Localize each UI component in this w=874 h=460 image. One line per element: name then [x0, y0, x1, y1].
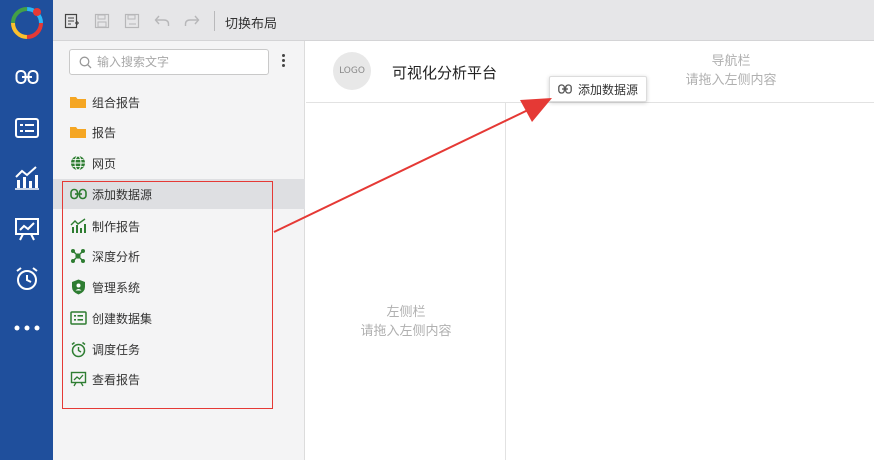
rail-list-button[interactable]: [0, 108, 53, 148]
list-item-label: 调度任务: [92, 342, 141, 357]
link-icon: [558, 84, 572, 94]
presentation-icon: [70, 371, 86, 387]
list-item-webpage[interactable]: 网页: [53, 148, 305, 178]
list-item-label: 查看报告: [92, 372, 141, 387]
link-icon: [15, 70, 38, 84]
list-item-deep-analysis[interactable]: 深度分析: [53, 241, 305, 271]
layout-canvas: LOGO 可视化分析平台 导航栏 请拖入左侧内容 左侧栏 请拖入左侧内容 添加数…: [306, 41, 874, 460]
list-item-create-dataset[interactable]: 创建数据集: [53, 303, 305, 333]
search-icon: [79, 56, 92, 69]
shield-icon: [71, 279, 85, 295]
list-item-label: 网页: [92, 156, 117, 171]
redo-icon: [184, 15, 200, 26]
switch-layout-button[interactable]: 切换布局: [225, 13, 277, 32]
list-item-label: 报告: [92, 125, 117, 140]
more-icon: [14, 325, 39, 331]
new-button[interactable]: [62, 11, 82, 31]
rail-alarm-button[interactable]: [0, 259, 53, 299]
link-icon: [69, 188, 87, 200]
toolbar: 切换布局: [53, 0, 874, 41]
folder-icon: [70, 127, 86, 138]
undo-button[interactable]: [152, 11, 172, 31]
list-item-make-report[interactable]: 制作报告: [53, 211, 305, 241]
save-as-icon: [124, 13, 140, 29]
nav-drop-zone-hint: 导航栏 请拖入左侧内容: [666, 52, 796, 90]
list-item-schedule-task[interactable]: 调度任务: [53, 334, 305, 364]
platform-title: 可视化分析平台: [392, 64, 498, 82]
globe-icon: [71, 155, 85, 171]
list-icon: [14, 118, 39, 138]
bar-chart-icon: [70, 218, 86, 233]
list-item-label: 添加数据源: [92, 187, 153, 202]
panel-menu-icon[interactable]: [279, 54, 287, 70]
presentation-icon: [14, 218, 39, 241]
search-box: [69, 49, 269, 75]
list-item-management-system[interactable]: 管理系统: [53, 272, 305, 302]
list-item-view-report[interactable]: 查看报告: [53, 364, 305, 394]
app-logo: [11, 7, 43, 39]
search-input[interactable]: [97, 53, 262, 71]
drag-tip-label: 添加数据源: [578, 82, 639, 97]
list-item-composite-report[interactable]: 组合报告: [53, 87, 305, 117]
list-item-label: 管理系统: [92, 280, 141, 295]
left-hint-title: 左侧栏: [386, 305, 426, 320]
network-icon: [71, 249, 85, 263]
toolbar-divider: [214, 11, 215, 31]
list-item-report[interactable]: 报告: [53, 117, 305, 147]
left-drop-zone-hint: 左侧栏 请拖入左侧内容: [306, 303, 506, 341]
nav-hint-subtitle: 请拖入左侧内容: [685, 73, 777, 88]
new-document-icon: [64, 13, 79, 29]
nav-hint-title: 导航栏: [711, 54, 751, 69]
logo-placeholder[interactable]: LOGO: [333, 52, 371, 90]
rail-presentation-button[interactable]: [0, 209, 53, 249]
alarm-icon: [71, 341, 85, 357]
list-item-add-datasource[interactable]: 添加数据源: [53, 179, 305, 209]
save-as-button[interactable]: [122, 11, 142, 31]
rail-chart-button[interactable]: [0, 158, 53, 198]
undo-icon: [154, 15, 170, 26]
left-sidebar-zone[interactable]: 左侧栏 请拖入左侧内容: [306, 103, 506, 460]
bar-chart-icon: [14, 166, 39, 190]
alarm-icon: [15, 267, 38, 290]
save-icon: [94, 13, 110, 29]
left-hint-subtitle: 请拖入左侧内容: [360, 324, 452, 339]
drag-preview-tooltip: 添加数据源: [549, 76, 648, 102]
list-item-label: 制作报告: [92, 219, 141, 234]
save-button[interactable]: [92, 11, 112, 31]
list-item-label: 创建数据集: [92, 311, 153, 326]
list-item-label: 深度分析: [92, 249, 141, 264]
redo-button[interactable]: [182, 11, 202, 31]
dataset-icon: [69, 311, 87, 325]
list-item-label: 组合报告: [92, 95, 141, 110]
folder-icon: [70, 97, 86, 108]
app-rail: [0, 0, 53, 460]
component-panel: 组合报告 报告 网页 添加数据源 制作报告 深度分析 管理系统 创建数据集 调度…: [53, 41, 305, 460]
rail-more-button[interactable]: [0, 308, 53, 348]
rail-link-button[interactable]: [0, 57, 53, 97]
